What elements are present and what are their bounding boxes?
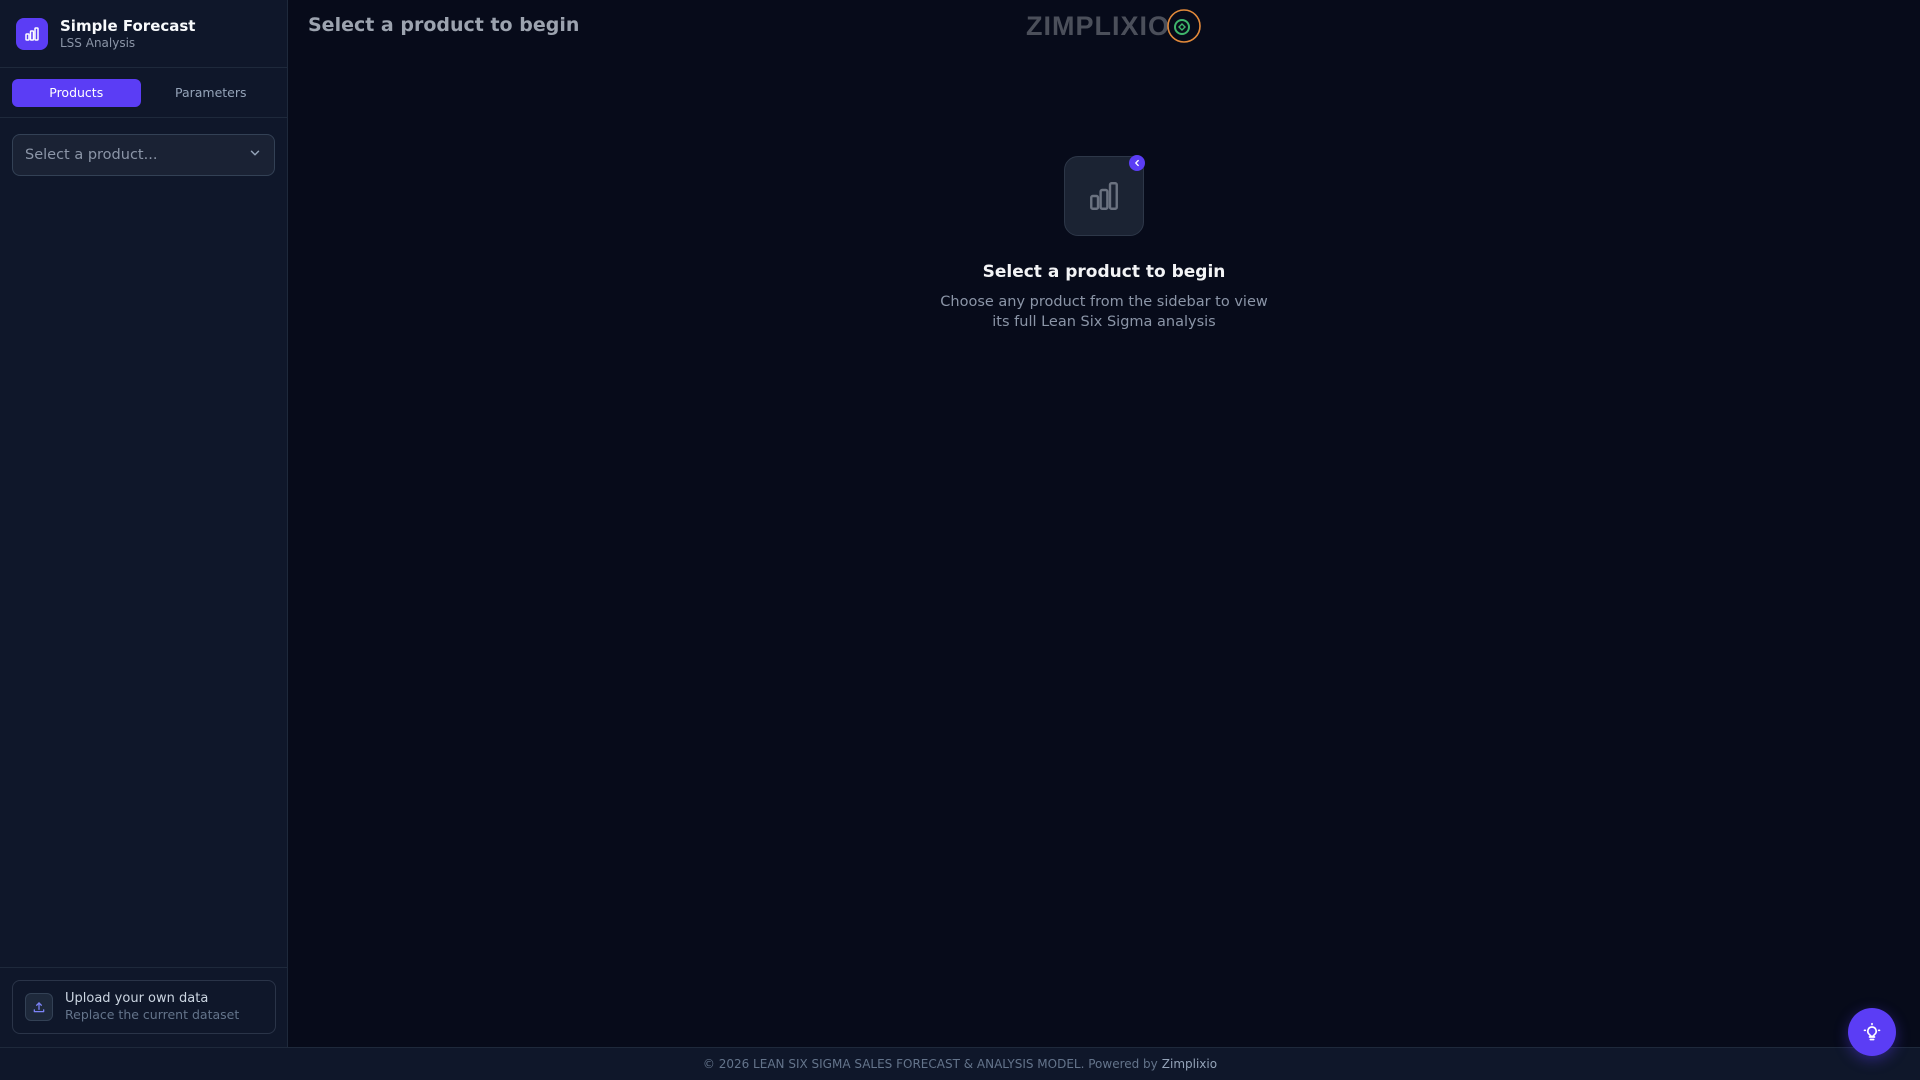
brand: Simple Forecast LSS Analysis <box>0 0 287 68</box>
logo-text: ZIMPLIXIO <box>1026 10 1170 41</box>
lightbulb-icon <box>1863 1022 1881 1041</box>
product-select-placeholder: Select a product... <box>25 147 158 163</box>
tab-parameters[interactable]: Parameters <box>147 79 276 107</box>
upload-icon <box>25 993 53 1021</box>
sidebar-bottom: Upload your own data Replace the current… <box>0 967 288 1047</box>
logo-ring-icon <box>1167 9 1201 43</box>
footer-copyright: © 2026 LEAN SIX SIGMA SALES FORECAST & A… <box>702 1057 1158 1071</box>
product-select-wrapper: Select a product... <box>0 118 287 192</box>
footer-link[interactable]: Zimplixio <box>1162 1057 1217 1071</box>
chevron-left-icon[interactable] <box>1129 155 1145 171</box>
tab-products[interactable]: Products <box>12 78 141 107</box>
lightbulb-button[interactable] <box>1848 1008 1896 1056</box>
page-title: Select a product to begin <box>308 14 580 36</box>
sidebar-tabs: Products Parameters <box>0 68 287 118</box>
zimplixio-logo: ZIMPLIXIO <box>1026 7 1202 45</box>
product-select[interactable]: Select a product... <box>12 134 275 176</box>
app: Simple Forecast LSS Analysis Products Pa… <box>0 0 1920 1080</box>
brand-subtitle: LSS Analysis <box>60 35 136 50</box>
chevron-down-icon <box>248 146 262 164</box>
sidebar: Simple Forecast LSS Analysis Products Pa… <box>0 0 288 1047</box>
footer: © 2026 LEAN SIX SIGMA SALES FORECAST & A… <box>0 1047 1920 1080</box>
empty-state-description: Choose any product from the sidebar to v… <box>940 294 1268 330</box>
empty-state: Select a product to begin Choose any pro… <box>288 155 1920 332</box>
main-content: Select a product to begin ZIMPLIXIO Sele… <box>288 0 1920 1047</box>
upload-subtitle: Replace the current dataset <box>65 1007 240 1022</box>
upload-title: Upload your own data <box>65 991 209 1006</box>
empty-state-title: Select a product to begin <box>982 262 1226 282</box>
bar-chart-icon <box>16 17 48 50</box>
upload-data-button[interactable]: Upload your own data Replace the current… <box>12 980 276 1034</box>
brand-title: Simple Forecast <box>60 16 196 35</box>
empty-state-icon-box <box>1064 155 1145 236</box>
bar-chart-icon <box>1090 182 1118 210</box>
